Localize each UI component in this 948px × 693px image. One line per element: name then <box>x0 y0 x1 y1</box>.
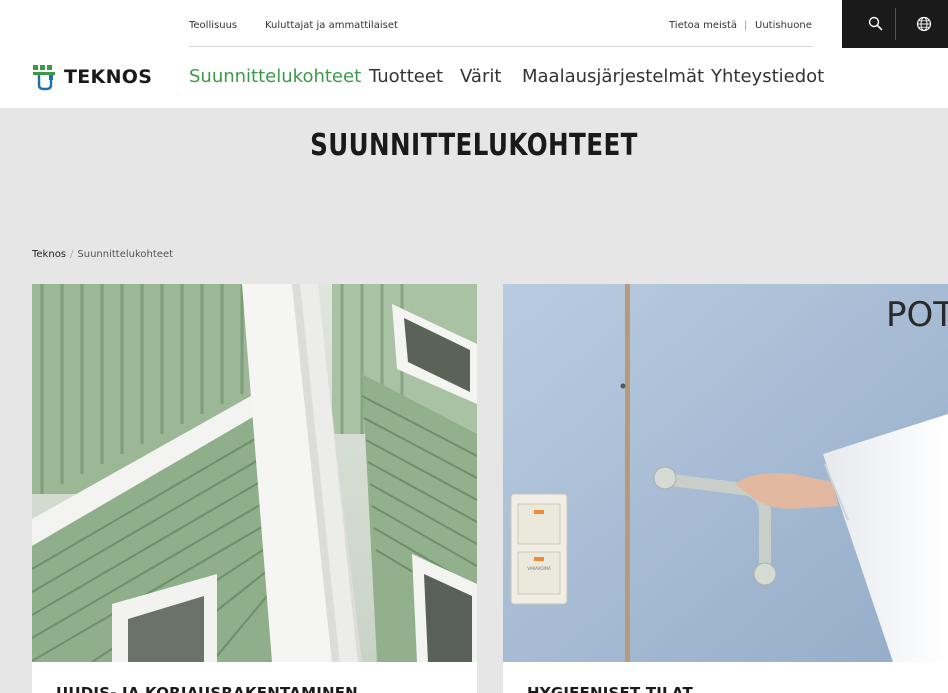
utility-link-industry[interactable]: Teollisuus <box>189 20 237 31</box>
utility-link-about[interactable]: Tietoa meistä <box>669 20 737 31</box>
category-card-construction[interactable]: UUDIS- JA KORJAUSRAKENTAMINEN <box>32 284 477 693</box>
search-icon[interactable] <box>852 0 900 48</box>
page-title: SUUNNITTELUKOHTEET <box>310 128 638 163</box>
nav-item-maalausjarjestelmat[interactable]: Maalausjärjestelmät <box>522 66 704 87</box>
nav-item-suunnittelukohteet[interactable]: Suunnittelukohteet <box>189 66 361 87</box>
card-title: UUDIS- JA KORJAUSRAKENTAMINEN <box>56 684 358 693</box>
card-title: HYGIEENISET TILAT <box>527 684 693 693</box>
teknos-logo-mark-icon <box>33 65 55 91</box>
utility-link-newsroom[interactable]: Uutishuone <box>755 20 812 31</box>
globe-icon[interactable] <box>900 0 948 48</box>
utility-separator: | <box>744 20 748 31</box>
house-facade-image <box>32 284 477 662</box>
logo-text: TEKNOS <box>64 66 153 88</box>
switch-label: VARAVOIMA <box>527 566 551 571</box>
utility-divider <box>189 46 813 47</box>
breadcrumb: Teknos / Suunnittelukohteet <box>32 249 173 260</box>
nav-item-tuotteet[interactable]: Tuotteet <box>369 66 443 87</box>
category-card-hygienic-spaces[interactable]: VARAVOIMA POT HYGIEENISET TILAT <box>503 284 948 693</box>
utility-bar: Teollisuus Kuluttajat ja ammattilaiset T… <box>0 0 948 52</box>
image-overlay-text: POT <box>886 295 948 335</box>
breadcrumb-current: Suunnittelukohteet <box>77 249 174 260</box>
icon-divider <box>895 8 896 40</box>
teknos-logo[interactable]: TEKNOS <box>32 62 152 92</box>
header-icon-bar <box>842 0 948 48</box>
nav-item-yhteystiedot[interactable]: Yhteystiedot <box>711 66 824 87</box>
utility-link-consumers[interactable]: Kuluttajat ja ammattilaiset <box>265 20 398 31</box>
breadcrumb-separator: / <box>70 249 74 260</box>
nav-item-varit[interactable]: Värit <box>460 66 501 87</box>
breadcrumb-home-link[interactable]: Teknos <box>32 249 66 260</box>
hygienic-room-image: VARAVOIMA POT <box>503 284 948 662</box>
